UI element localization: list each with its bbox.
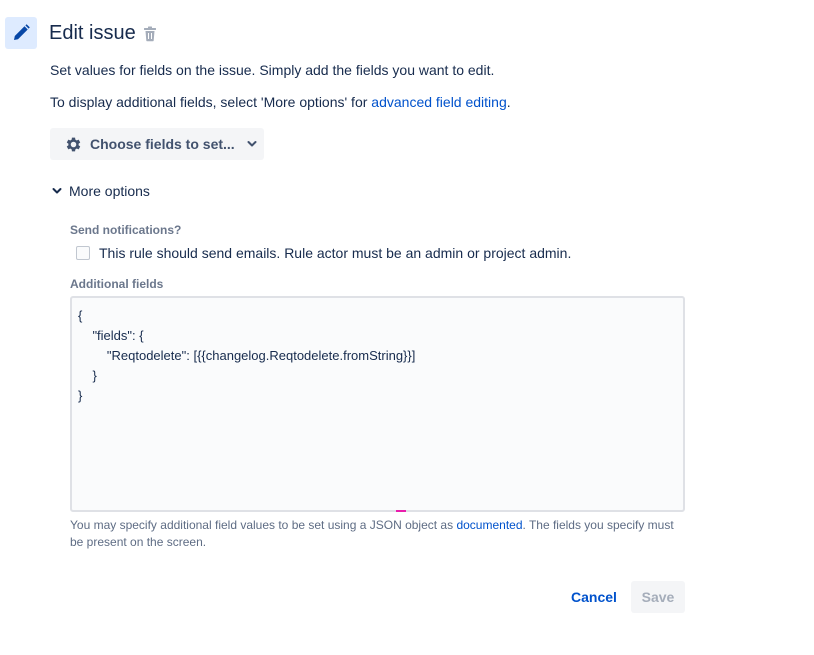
cancel-button[interactable]: Cancel	[563, 581, 625, 613]
send-emails-checkbox[interactable]	[76, 246, 90, 260]
send-emails-checkbox-label[interactable]: This rule should send emails. Rule actor…	[99, 245, 571, 261]
send-notifications-label: Send notifications?	[70, 223, 182, 237]
documented-link[interactable]: documented	[456, 518, 522, 532]
edit-icon-badge	[5, 17, 37, 49]
intro-text: Set values for fields on the issue. Simp…	[50, 62, 495, 78]
advanced-field-editing-link[interactable]: advanced field editing	[371, 94, 506, 110]
chevron-down-icon	[52, 186, 62, 196]
pencil-icon	[14, 24, 30, 40]
gear-icon	[66, 137, 81, 151]
more-options-label: More options	[69, 183, 150, 199]
additional-fields-textarea[interactable]: { "fields": { "Reqtodelete": [{{changelo…	[70, 296, 685, 512]
intro-advanced-prefix: To display additional fields, select 'Mo…	[50, 94, 372, 110]
additional-fields-label: Additional fields	[70, 277, 164, 291]
more-options-toggle[interactable]: More options	[52, 183, 150, 199]
chevron-down-icon	[247, 139, 257, 149]
intro-advanced-suffix: .	[506, 94, 511, 110]
textarea-resize-handle[interactable]	[396, 510, 406, 512]
save-button[interactable]: Save	[631, 581, 685, 613]
choose-fields-label: Choose fields to set...	[90, 136, 235, 152]
trash-icon[interactable]	[143, 26, 157, 42]
page-title: Edit issue	[49, 22, 136, 44]
additional-fields-help: You may specify additional field values …	[70, 517, 690, 551]
send-notifications-row[interactable]: This rule should send emails. Rule actor…	[76, 245, 571, 261]
help-prefix: You may specify additional field values …	[70, 518, 457, 532]
choose-fields-button[interactable]: Choose fields to set...	[50, 128, 264, 160]
intro-advanced-text: To display additional fields, select 'Mo…	[50, 94, 511, 110]
